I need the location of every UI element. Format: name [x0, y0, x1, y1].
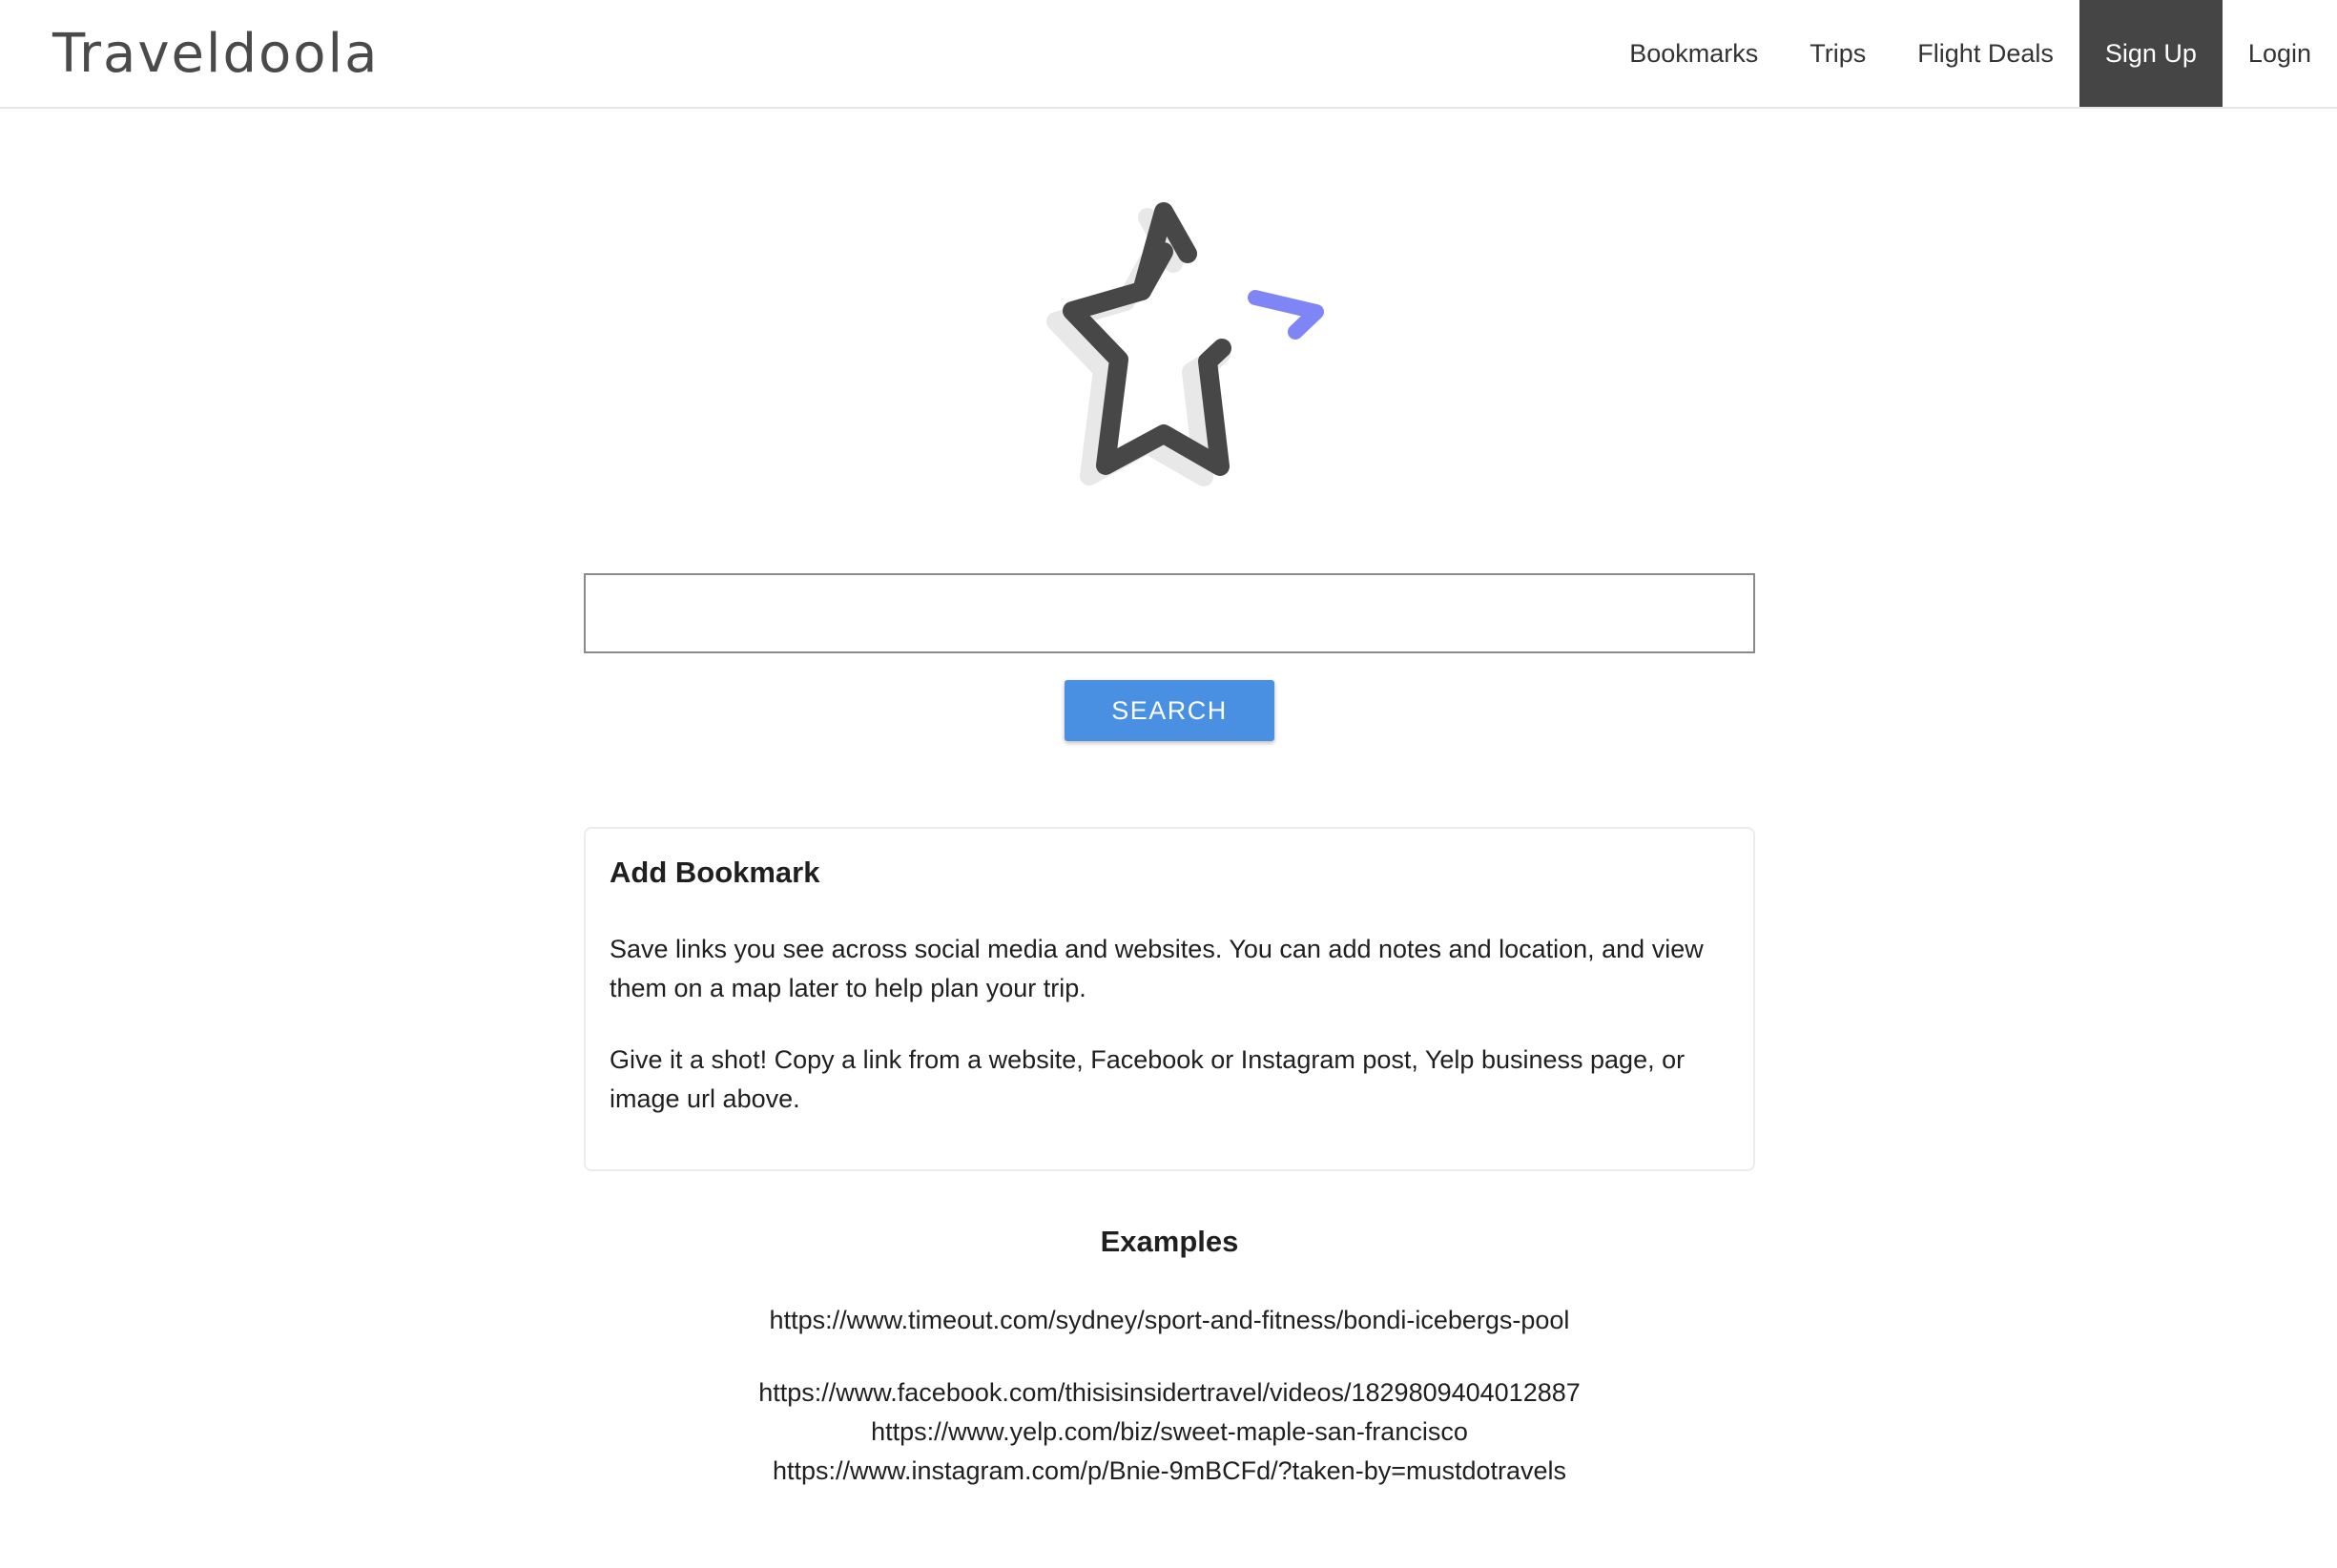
bookmark-url-input[interactable]: [584, 573, 1755, 653]
examples-title: Examples: [1100, 1225, 1239, 1258]
nav-login[interactable]: Login: [2223, 0, 2337, 107]
search-button[interactable]: SEARCH: [1065, 680, 1274, 741]
nav-sign-up[interactable]: Sign Up: [2078, 0, 2223, 107]
card-title: Add Bookmark: [610, 856, 820, 889]
accent-arrow: [1248, 290, 1324, 340]
card-instructions: Give it a shot! Copy a link from a websi…: [610, 1045, 1686, 1113]
star-bookmark-icon: [1046, 202, 1324, 486]
nav-trips[interactable]: Trips: [1784, 0, 1892, 107]
example-link-yelp[interactable]: https://www.yelp.com/biz/sweet-maple-san…: [584, 1413, 1755, 1452]
add-bookmark-card: Add Bookmark Save links you see across s…: [584, 827, 1755, 1171]
card-description: Save links you see across social media a…: [610, 935, 1704, 1002]
examples-section: Examples https://www.timeout.com/sydney/…: [584, 1221, 1755, 1491]
site-logo[interactable]: Traveldoola: [52, 21, 379, 88]
example-link-facebook[interactable]: https://www.facebook.com/thisisinsidertr…: [584, 1373, 1755, 1413]
top-navbar: Traveldoola Bookmarks Trips Flight Deals…: [0, 0, 2337, 109]
main-nav: Bookmarks Trips Flight Deals Sign Up Log…: [1603, 0, 2337, 107]
example-link-timeout[interactable]: https://www.timeout.com/sydney/sport-and…: [584, 1301, 1755, 1340]
nav-bookmarks[interactable]: Bookmarks: [1603, 0, 1784, 107]
example-link-instagram[interactable]: https://www.instagram.com/p/Bnie-9mBCFd/…: [584, 1452, 1755, 1491]
nav-flight-deals[interactable]: Flight Deals: [1892, 0, 2079, 107]
